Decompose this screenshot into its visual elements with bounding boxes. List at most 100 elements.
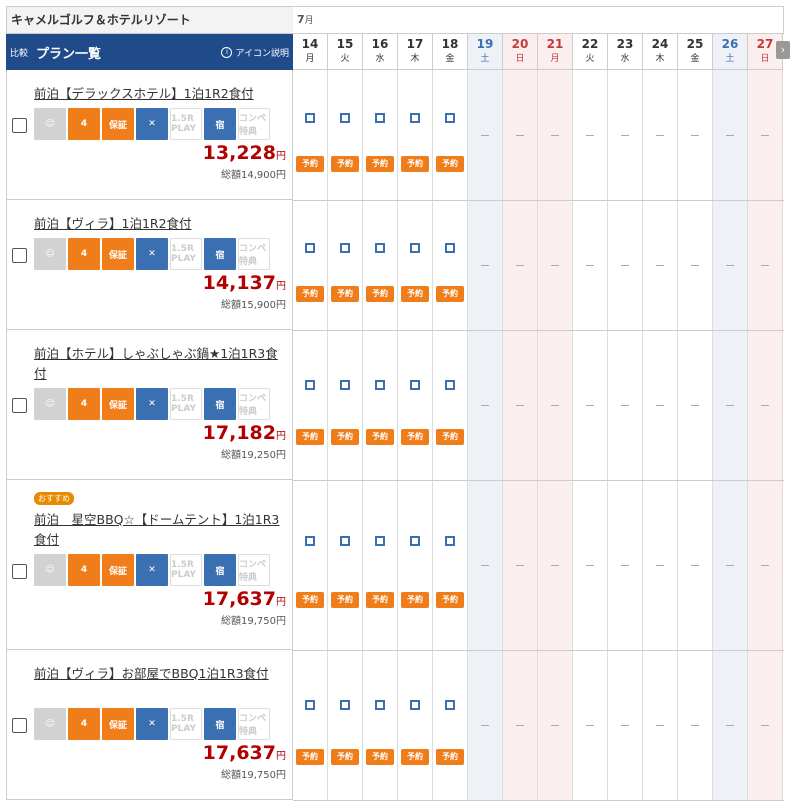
total-price: 総額19,750円 bbox=[221, 770, 286, 781]
availability-icon[interactable] bbox=[410, 242, 420, 253]
reserve-button[interactable]: 予約 bbox=[401, 155, 429, 172]
plan-name-link[interactable]: 前泊【デラックスホテル】1泊1R2食付 bbox=[34, 84, 286, 104]
plan-icons: ☺ 4 保証 ✕ 1.5R PLAY 宿コンペ特典 bbox=[34, 238, 270, 270]
reserve-button[interactable]: 予約 bbox=[401, 592, 429, 609]
reserve-button[interactable]: 予約 bbox=[296, 429, 324, 445]
compare-checkbox[interactable] bbox=[12, 564, 27, 579]
day-header-19: 19 土 bbox=[468, 34, 503, 70]
availability-icon[interactable] bbox=[340, 699, 350, 710]
availability-icon[interactable] bbox=[410, 379, 420, 390]
day-header-row: 14 月 15 火 16 水 17 木 18 金 19 土 20 日 21 月 22 火 23 水 24 木 25 金 26 土 2… bbox=[293, 34, 783, 70]
next-week-arrow[interactable]: › bbox=[776, 41, 790, 59]
day-header-26: 26 土 bbox=[713, 34, 748, 70]
availability-icon[interactable] bbox=[375, 699, 385, 710]
availability-icon[interactable] bbox=[445, 242, 455, 253]
price-unit: 円 bbox=[276, 751, 286, 762]
guarantee-icon: 保証 bbox=[102, 388, 134, 420]
availability-icon[interactable] bbox=[305, 112, 315, 123]
reserve-button[interactable]: 予約 bbox=[366, 155, 394, 172]
compare-checkbox[interactable] bbox=[12, 398, 27, 413]
availability-icon[interactable] bbox=[445, 112, 455, 123]
day-header-14: 14 月 bbox=[293, 34, 328, 70]
plan-row: 前泊【ヴィラ】1泊1R2食付 ☺ 4 保証 ✕ 1.5R PLAY 宿コンペ特典 14,137… bbox=[6, 200, 293, 330]
reserve-button[interactable]: 予約 bbox=[331, 749, 359, 765]
unavailable-mark bbox=[621, 405, 629, 406]
reserve-button[interactable]: 予約 bbox=[401, 749, 429, 765]
unavailable-mark bbox=[761, 135, 769, 136]
availability-icon[interactable] bbox=[305, 242, 315, 253]
plan-name-link[interactable]: 前泊【ホテル】しゃぶしゃぶ鍋★1泊1R3食付 bbox=[34, 344, 286, 384]
availability-icon[interactable] bbox=[375, 379, 385, 390]
price-unit: 円 bbox=[276, 151, 286, 162]
reserve-button[interactable]: 予約 bbox=[401, 285, 429, 302]
availability-icon[interactable] bbox=[375, 242, 385, 253]
reserve-button[interactable]: 予約 bbox=[296, 749, 324, 765]
availability-icon[interactable] bbox=[305, 379, 315, 390]
plan-name-link[interactable]: 前泊【ヴィラ】1泊1R2食付 bbox=[34, 214, 286, 234]
compare-checkbox[interactable] bbox=[12, 718, 27, 733]
unavailable-mark bbox=[726, 725, 734, 726]
price-value: 14,137 bbox=[202, 272, 276, 294]
plan-icons: ☺ 4 保証 ✕ 1.5R PLAY 宿コンペ特典 bbox=[34, 554, 270, 586]
reserve-button[interactable]: 予約 bbox=[331, 592, 359, 609]
day-weekday: 火 bbox=[585, 54, 595, 64]
availability-icon[interactable] bbox=[375, 536, 385, 547]
availability-icon[interactable] bbox=[445, 379, 455, 390]
compe-icon: コンペ特典 bbox=[238, 388, 270, 420]
total-price: 総額19,250円 bbox=[221, 450, 286, 461]
plan-name-link[interactable]: 前泊【ヴィラ】お部屋でBBQ1泊1R3食付 bbox=[34, 664, 286, 684]
plan-name-link[interactable]: 前泊 星空BBQ☆【ドームテント】1泊1R3食付 bbox=[34, 510, 286, 550]
reserve-button[interactable]: 予約 bbox=[401, 429, 429, 445]
availability-icon[interactable] bbox=[410, 699, 420, 710]
unavailable-mark bbox=[691, 135, 699, 136]
reserve-button[interactable]: 予約 bbox=[366, 749, 394, 765]
reserve-button[interactable]: 予約 bbox=[366, 592, 394, 609]
availability-icon[interactable] bbox=[340, 379, 350, 390]
unavailable-mark bbox=[726, 135, 734, 136]
availability-icon[interactable] bbox=[445, 699, 455, 710]
day-number: 26 bbox=[721, 37, 739, 51]
reserve-button[interactable]: 予約 bbox=[296, 592, 324, 609]
reserve-button[interactable]: 予約 bbox=[366, 429, 394, 445]
unavailable-mark bbox=[481, 265, 489, 266]
icon-help-link[interactable]: i アイコン説明 bbox=[221, 46, 289, 59]
plan-row: おすすめ 前泊 星空BBQ☆【ドームテント】1泊1R3食付 ☺ 4 保証 ✕ 1.5R PL… bbox=[6, 480, 293, 650]
unavailable-mark bbox=[586, 405, 594, 406]
day-number: 20 bbox=[511, 37, 529, 51]
month-number: 7 bbox=[297, 13, 305, 26]
reserve-button[interactable]: 予約 bbox=[436, 749, 464, 765]
availability-icon[interactable] bbox=[340, 112, 350, 123]
reserve-button[interactable]: 予約 bbox=[296, 155, 324, 172]
day-weekday: 土 bbox=[725, 54, 735, 64]
face-icon: ☺ bbox=[34, 108, 66, 140]
reserve-button[interactable]: 予約 bbox=[436, 592, 464, 609]
reserve-button[interactable]: 予約 bbox=[436, 155, 464, 172]
reserve-button[interactable]: 予約 bbox=[331, 155, 359, 172]
availability-icon[interactable] bbox=[305, 536, 315, 547]
compare-checkbox[interactable] bbox=[12, 118, 27, 133]
availability-icon[interactable] bbox=[410, 536, 420, 547]
availability-icon[interactable] bbox=[340, 242, 350, 253]
availability-icon[interactable] bbox=[410, 112, 420, 123]
availability-icon[interactable] bbox=[305, 699, 315, 710]
unavailable-mark bbox=[621, 565, 629, 566]
unavailable-mark bbox=[621, 135, 629, 136]
reserve-button[interactable]: 予約 bbox=[436, 429, 464, 445]
reserve-button[interactable]: 予約 bbox=[296, 285, 324, 302]
availability-icon[interactable] bbox=[445, 536, 455, 547]
plan-icons: ☺ 4 保証 ✕ 1.5R PLAY 宿コンペ特典 bbox=[34, 708, 270, 740]
reserve-button[interactable]: 予約 bbox=[436, 285, 464, 302]
day-weekday: 土 bbox=[480, 54, 490, 64]
icon-help-label: アイコン説明 bbox=[235, 48, 289, 59]
day-weekday: 木 bbox=[410, 54, 420, 64]
compe-icon: コンペ特典 bbox=[238, 554, 270, 586]
cart-icon: 4 bbox=[68, 708, 100, 740]
day-number: 25 bbox=[686, 37, 704, 51]
reserve-button[interactable]: 予約 bbox=[366, 285, 394, 302]
total-price: 総額14,900円 bbox=[221, 170, 286, 181]
availability-icon[interactable] bbox=[340, 536, 350, 547]
reserve-button[interactable]: 予約 bbox=[331, 285, 359, 302]
availability-icon[interactable] bbox=[375, 112, 385, 123]
compare-checkbox[interactable] bbox=[12, 248, 27, 263]
reserve-button[interactable]: 予約 bbox=[331, 429, 359, 445]
